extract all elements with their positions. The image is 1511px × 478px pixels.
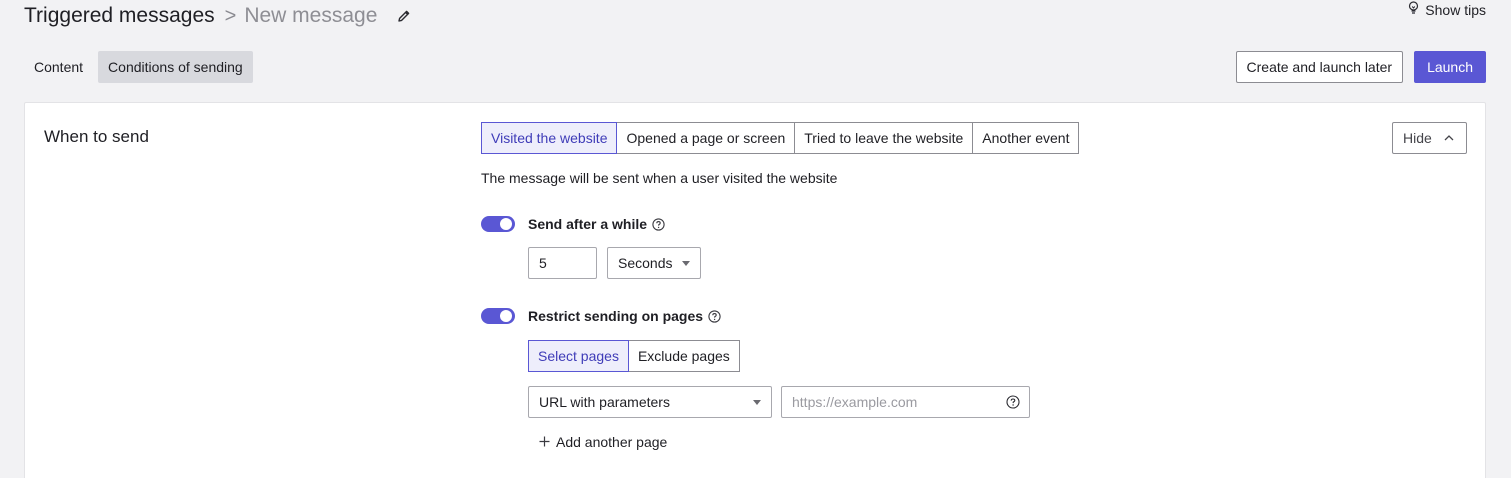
send-after-toggle[interactable] [481,216,515,232]
trigger-tried-to-leave[interactable]: Tried to leave the website [794,122,974,154]
caret-down-icon [682,261,690,266]
page: Triggered messages > New message Show ti… [0,0,1511,478]
mode-exclude-pages[interactable]: Exclude pages [627,340,740,372]
caret-down-icon [753,400,761,405]
tab-content[interactable]: Content [24,51,93,83]
help-icon[interactable] [708,309,721,323]
restrict-pages-label: Restrict sending on pages [528,308,704,324]
header-actions: Create and launch later Launch [1235,51,1486,83]
restrict-pages-option: Restrict sending on pages [528,308,721,324]
breadcrumb-separator: > [224,4,237,27]
show-tips-button[interactable]: Show tips [1407,1,1486,18]
tabs: Content Conditions of sending [24,51,253,83]
help-icon[interactable] [1006,395,1020,409]
trigger-segmented-control: Visited the website Opened a page or scr… [481,122,1080,154]
mode-select-pages[interactable]: Select pages [528,340,629,372]
pencil-icon[interactable] [397,9,411,23]
breadcrumb-root[interactable]: Triggered messages [24,4,215,28]
restrict-pages-toggle[interactable] [481,308,515,324]
trigger-description: The message will be sent when a user vis… [481,170,838,186]
tab-conditions-of-sending[interactable]: Conditions of sending [98,51,253,83]
delay-value-input[interactable] [528,247,597,279]
delay-unit-value: Seconds [618,255,673,271]
url-match-type-value: URL with parameters [539,394,670,410]
trigger-another-event[interactable]: Another event [972,122,1080,154]
trigger-opened-page[interactable]: Opened a page or screen [616,122,796,154]
show-tips-label: Show tips [1425,1,1486,18]
hide-button[interactable]: Hide [1392,122,1467,154]
launch-button[interactable]: Launch [1414,51,1486,83]
send-after-label: Send after a while [528,216,648,232]
help-icon[interactable] [652,217,665,231]
hide-label: Hide [1403,130,1432,146]
send-after-option: Send after a while [528,216,665,232]
trigger-visited-website[interactable]: Visited the website [481,122,618,154]
lightbulb-icon [1407,1,1420,18]
breadcrumb: Triggered messages > New message [24,3,411,29]
when-to-send-card: When to send Visited the website Opened … [24,102,1486,478]
plus-icon [539,434,550,450]
url-match-type-select[interactable]: URL with parameters [528,386,772,418]
url-field[interactable] [792,394,1019,410]
delay-unit-select[interactable]: Seconds [607,247,701,279]
section-title: When to send [44,127,149,146]
create-and-launch-later-button[interactable]: Create and launch later [1235,51,1404,83]
chevron-up-icon [1444,135,1454,141]
add-another-page-label: Add another page [556,434,668,450]
delay-value-field[interactable] [539,255,586,271]
page-mode-segmented-control: Select pages Exclude pages [528,340,740,372]
url-input[interactable] [781,386,1030,418]
add-another-page-button[interactable]: Add another page [539,434,667,450]
page-title: New message [244,4,378,27]
